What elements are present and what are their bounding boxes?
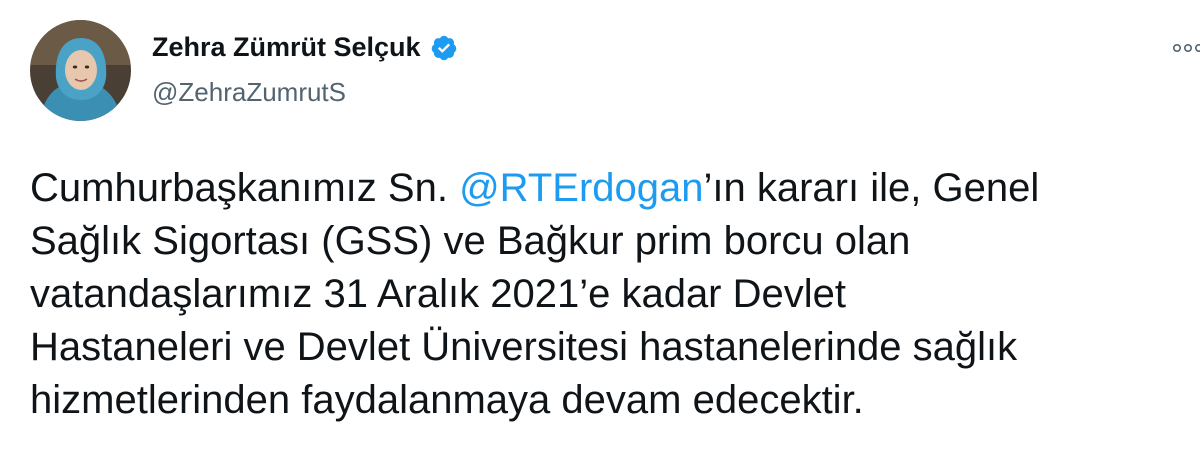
avatar[interactable] bbox=[30, 20, 131, 121]
user-handle[interactable]: @ZehraZumrutS bbox=[152, 77, 346, 108]
tweet-text-segment: Cumhurbaşkanımız Sn. bbox=[30, 166, 460, 210]
tweet-text-line-1: Cumhurbaşkanımız Sn. @RTErdogan’ın karar… bbox=[30, 162, 1200, 215]
name-row: Zehra Zümrüt Selçuk bbox=[152, 32, 458, 63]
verified-badge-icon bbox=[430, 34, 458, 62]
tweet-text-segment: ’ın kararı ile, Genel bbox=[703, 166, 1040, 210]
avatar-image bbox=[30, 20, 131, 121]
mention-link[interactable]: @RTErdogan bbox=[459, 166, 703, 210]
tweet-card: Zehra Zümrüt Selçuk @ZehraZumrutS Cumhur… bbox=[0, 0, 1200, 471]
tweet-text-line-4: Hastaneleri ve Devlet Üniversitesi hasta… bbox=[30, 325, 1018, 369]
tweet-text-line-5: hizmetlerinden faydalanmaya devam edecek… bbox=[30, 378, 864, 422]
tweet-text-line-2: Sağlık Sigortası (GSS) ve Bağkur prim bo… bbox=[30, 219, 911, 263]
more-options-icon[interactable] bbox=[1170, 38, 1200, 58]
display-name[interactable]: Zehra Zümrüt Selçuk bbox=[152, 32, 421, 63]
tweet-text-line-3: vatandaşlarımız 31 Aralık 2021’e kadar D… bbox=[30, 272, 846, 316]
tweet-text: Cumhurbaşkanımız Sn. @RTErdogan’ın karar… bbox=[30, 162, 1200, 427]
